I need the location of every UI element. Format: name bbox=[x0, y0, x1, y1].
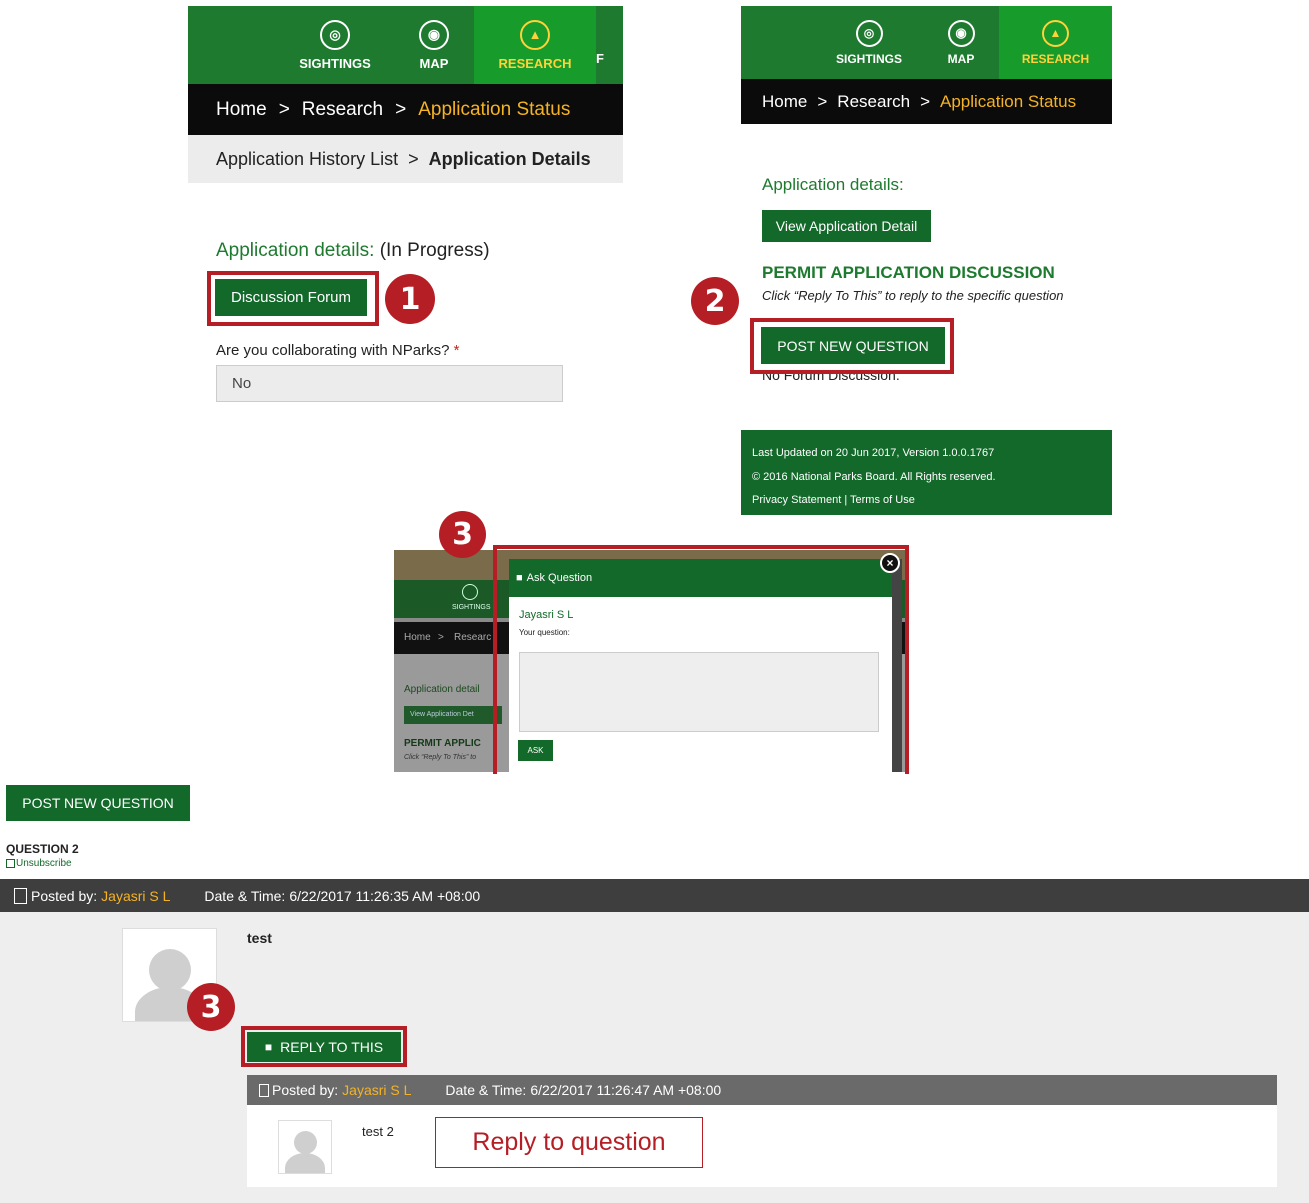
discussion-hint: Click “Reply To This” to reply to the sp… bbox=[762, 288, 1064, 303]
reply-avatar bbox=[278, 1120, 332, 1174]
footer-links[interactable]: Privacy Statement | Terms of Use bbox=[752, 494, 915, 506]
reply-callout: Reply to question bbox=[435, 1117, 703, 1168]
unsubscribe-toggle[interactable]: Unsubscribe bbox=[6, 858, 72, 869]
post-new-question-button[interactable]: POST NEW QUESTION bbox=[761, 327, 945, 364]
view-application-button[interactable]: View Application Detail bbox=[762, 210, 931, 242]
reply-header: Posted by: Jayasri S L Date & Time: 6/22… bbox=[247, 1075, 1277, 1105]
map-pin-icon: ◉ bbox=[947, 19, 975, 47]
flask-icon: ▲ bbox=[520, 19, 550, 50]
collab-label: Are you collaborating with NParks? * bbox=[216, 342, 460, 359]
camera-icon: ◎ bbox=[855, 19, 883, 47]
highlight-modal bbox=[493, 545, 909, 774]
nav-sightings[interactable]: ◎ SIGHTINGS bbox=[815, 6, 923, 79]
post-author[interactable]: Jayasri S L bbox=[101, 888, 170, 904]
document-icon bbox=[259, 1083, 269, 1097]
map-pin-icon: ◉ bbox=[419, 19, 449, 50]
nav-research[interactable]: ▲ RESEARCH bbox=[999, 6, 1112, 79]
question-title: QUESTION 2 bbox=[6, 842, 79, 856]
step-badge-3: 3 bbox=[439, 511, 486, 558]
checkbox-icon[interactable] bbox=[6, 859, 15, 868]
camera-icon bbox=[462, 584, 478, 600]
breadcrumb: Home > Research > Application Status bbox=[741, 79, 1112, 124]
reply-author[interactable]: Jayasri S L bbox=[342, 1082, 411, 1098]
breadcrumb-research[interactable]: Research bbox=[302, 99, 383, 121]
camera-icon: ◎ bbox=[320, 19, 350, 50]
breadcrumb-research[interactable]: Research bbox=[837, 92, 910, 112]
nav-map[interactable]: ◉ MAP bbox=[394, 6, 474, 84]
footer-copyright: © 2016 National Parks Board. All Rights … bbox=[752, 471, 996, 483]
discussion-forum-button[interactable]: Discussion Forum bbox=[215, 279, 367, 316]
post-text: test bbox=[247, 930, 272, 946]
step-badge-1: 1 bbox=[385, 274, 435, 324]
details-heading: Application details: bbox=[762, 175, 904, 194]
top-nav: ◎ SIGHTINGS ◉ MAP ▲ RESEARCH bbox=[741, 6, 1112, 79]
reply-datetime: 6/22/2017 11:26:47 AM +08:00 bbox=[530, 1082, 722, 1098]
breadcrumb-current: Application Status bbox=[418, 98, 571, 120]
breadcrumb: Home > Research > Application Status bbox=[188, 84, 623, 135]
discussion-title: PERMIT APPLICATION DISCUSSION bbox=[762, 263, 1055, 282]
nav-map[interactable]: ◉ MAP bbox=[923, 6, 999, 79]
step-badge-3b: 3 bbox=[187, 983, 235, 1031]
reply-text: test 2 bbox=[362, 1124, 394, 1139]
reply-body bbox=[247, 1105, 1277, 1187]
collab-field[interactable]: No bbox=[216, 365, 563, 402]
flask-icon: ▲ bbox=[1042, 19, 1069, 47]
document-icon bbox=[14, 887, 27, 904]
step-badge-2: 2 bbox=[691, 277, 739, 325]
nav-research[interactable]: ▲ RESEARCH bbox=[474, 6, 596, 84]
chat-bubble-icon: ■ bbox=[264, 1040, 273, 1054]
top-nav: ◎ SIGHTINGS ◉ MAP ▲ RESEARCH F bbox=[188, 6, 623, 84]
post-new-question-button[interactable]: POST NEW QUESTION bbox=[6, 785, 190, 821]
breadcrumb-home[interactable]: Home bbox=[216, 99, 267, 121]
details-heading: Application details: (In Progress) bbox=[216, 240, 490, 261]
post-header: Posted by: Jayasri S L Date & Time: 6/22… bbox=[0, 879, 1309, 912]
sub-breadcrumb-details: Application Details bbox=[428, 148, 591, 169]
sub-breadcrumb-list[interactable]: Application History List bbox=[216, 149, 398, 170]
nav-sightings[interactable]: ◎ SIGHTINGS bbox=[276, 6, 394, 84]
sub-breadcrumb: Application History List > Application D… bbox=[188, 135, 623, 183]
breadcrumb-current: Application Status bbox=[940, 91, 1077, 111]
reply-to-this-button[interactable]: ■ REPLY TO THIS bbox=[247, 1032, 401, 1062]
footer: Last Updated on 20 Jun 2017, Version 1.0… bbox=[741, 430, 1112, 515]
post-datetime: 6/22/2017 11:26:35 AM +08:00 bbox=[289, 887, 481, 904]
footer-updated: Last Updated on 20 Jun 2017, Version 1.0… bbox=[752, 447, 995, 459]
breadcrumb-home[interactable]: Home bbox=[762, 92, 807, 112]
